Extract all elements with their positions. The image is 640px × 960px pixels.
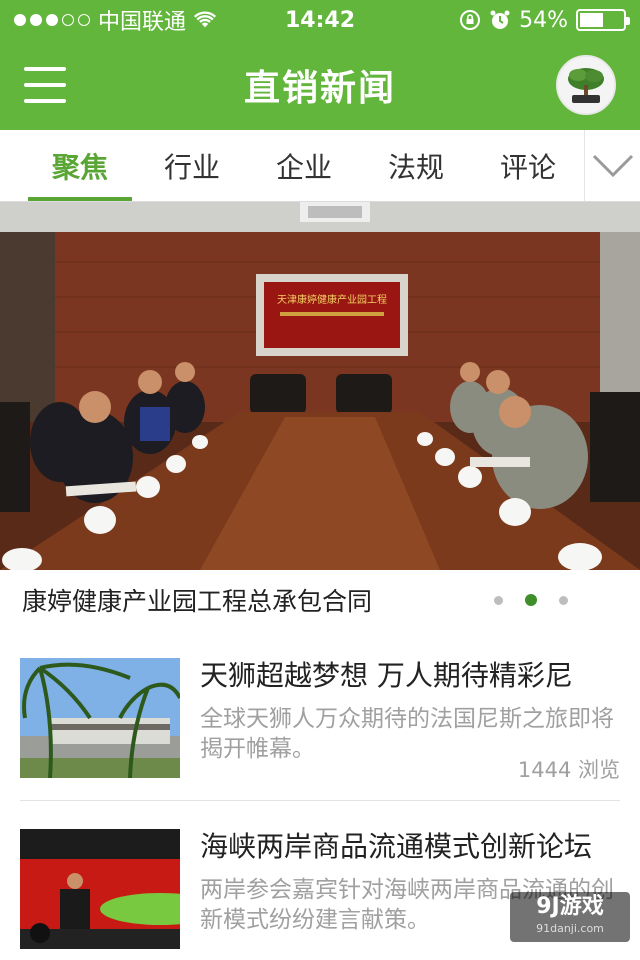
banner-caption-row: 康婷健康产业园工程总承包合同 [0, 570, 640, 630]
top-bar: 中国联通 14:42 54% 直销新闻 [0, 0, 640, 130]
tab-industry[interactable]: 行业 [136, 130, 248, 201]
carousel-dot[interactable] [494, 595, 503, 605]
news-item[interactable]: 天狮超越梦想 万人期待精彩尼 全球天狮人万众期待的法国尼斯之旅即将揭开帷幕。 1… [20, 630, 620, 801]
tab-commentary[interactable]: 评论 [472, 130, 584, 201]
plant-avatar-image [558, 57, 614, 113]
chevron-down-icon [592, 154, 633, 177]
status-bar: 中国联通 14:42 54% [0, 0, 640, 40]
menu-button[interactable] [24, 67, 66, 103]
banner-caption[interactable]: 康婷健康产业园工程总承包合同 [22, 582, 372, 618]
carousel-dot-active[interactable] [525, 594, 537, 606]
news-thumbnail [20, 829, 180, 949]
alarm-icon [489, 9, 511, 31]
rotation-lock-icon [459, 9, 481, 31]
banner-screen-text: 天津康婷健康产业园工程 [277, 293, 387, 306]
banner-image: 天津康婷健康产业园工程 [0, 202, 640, 570]
battery-percent: 54% [519, 7, 568, 33]
wifi-icon [194, 9, 217, 31]
signal-strength-icon [14, 14, 90, 26]
watermark-sub: 91danji.com [536, 922, 604, 935]
tab-regulations[interactable]: 法规 [360, 130, 472, 201]
expand-tabs-button[interactable] [584, 130, 640, 201]
nav-bar: 直销新闻 [0, 40, 640, 130]
carousel-pager [494, 594, 618, 606]
hamburger-icon-line [24, 67, 66, 71]
carousel-dot[interactable] [559, 595, 568, 605]
tab-focus[interactable]: 聚焦 [24, 130, 136, 201]
avatar[interactable] [556, 55, 616, 115]
hamburger-icon-line [24, 99, 66, 103]
hamburger-icon-line [24, 83, 66, 87]
battery-icon [576, 9, 630, 31]
watermark-main: 9J游戏 [536, 894, 604, 919]
news-thumbnail [20, 658, 180, 778]
watermark-logo: 9J游戏 91danji.com [510, 892, 630, 942]
tab-enterprise[interactable]: 企业 [248, 130, 360, 201]
view-count: 1444 浏览 [517, 758, 620, 782]
carrier-label: 中国联通 [98, 10, 187, 35]
category-tabs: 聚焦 行业 企业 法规 评论 [0, 130, 640, 202]
news-title: 海峡两岸商品流通模式创新论坛 [200, 830, 593, 863]
news-title: 天狮超越梦想 万人期待精彩尼 [200, 659, 573, 692]
page-title: 直销新闻 [243, 68, 396, 109]
banner-carousel[interactable]: 天津康婷健康产业园工程 [0, 202, 640, 570]
